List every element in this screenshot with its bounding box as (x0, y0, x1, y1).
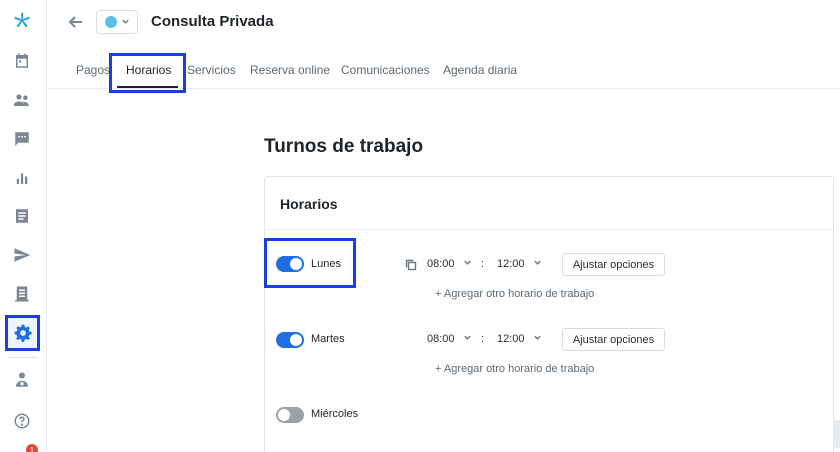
gear-icon[interactable] (5, 315, 40, 351)
time-separator: : (481, 258, 485, 270)
chevron-down-icon (533, 258, 542, 270)
add-schedule-link-lunes[interactable]: + Agregar otro horario de trabajo (435, 288, 594, 300)
tab-comunicaciones[interactable]: Comunicaciones (341, 63, 430, 77)
add-schedule-link-martes[interactable]: + Agregar otro horario de trabajo (435, 363, 594, 375)
chevron-down-icon (121, 13, 130, 31)
logo-icon[interactable] (11, 11, 33, 33)
adjust-options-button-lunes[interactable]: Ajustar opciones (562, 253, 665, 276)
tab-servicios[interactable]: Servicios (187, 63, 236, 77)
day-label-lunes: Lunes (311, 258, 341, 270)
people-icon[interactable] (11, 89, 33, 111)
day-label-martes: Martes (311, 333, 345, 345)
chat-icon[interactable] (11, 128, 33, 150)
notebook-icon[interactable] (11, 283, 33, 305)
scrollbar[interactable] (834, 420, 840, 448)
toggle-miercoles[interactable] (276, 407, 304, 423)
start-time-select-martes[interactable]: 08:00 (427, 333, 472, 345)
page-title: Consulta Privada (151, 13, 274, 30)
time-separator: : (481, 333, 485, 345)
back-arrow-icon[interactable] (66, 12, 86, 32)
document-icon[interactable] (11, 205, 33, 227)
color-dot (105, 16, 117, 28)
tab-horarios[interactable]: Horarios (126, 63, 171, 77)
sidebar: 1 (0, 0, 47, 452)
tab-agenda-diaria[interactable]: Agenda diaria (443, 63, 517, 77)
help-icon[interactable] (11, 410, 33, 432)
color-select[interactable] (96, 10, 138, 34)
calendar-icon[interactable] (11, 50, 33, 72)
section-title: Turnos de trabajo (264, 136, 424, 157)
toggle-lunes[interactable] (276, 256, 304, 272)
sidebar-divider (8, 357, 38, 358)
chevron-down-icon (463, 333, 472, 345)
start-time-value: 08:00 (427, 258, 455, 270)
card-title: Horarios (280, 196, 338, 212)
chevron-down-icon (533, 333, 542, 345)
tab-bar: Pagos Horarios Servicios Reserva online … (48, 44, 840, 93)
copy-icon[interactable] (405, 258, 419, 272)
start-time-select-lunes[interactable]: 08:00 (427, 258, 472, 270)
chevron-down-icon (463, 258, 472, 270)
card-divider (265, 229, 833, 230)
schedule-card: Horarios Lunes 08:00 : 12:00 Ajustar opc… (264, 176, 834, 452)
toggle-martes[interactable] (276, 332, 304, 348)
end-time-select-martes[interactable]: 12:00 (497, 333, 542, 345)
page-header: Consulta Privada (48, 0, 840, 44)
start-time-value: 08:00 (427, 333, 455, 345)
adjust-options-button-martes[interactable]: Ajustar opciones (562, 328, 665, 351)
doctor-icon[interactable] (11, 369, 33, 391)
end-time-select-lunes[interactable]: 12:00 (497, 258, 542, 270)
send-icon[interactable] (11, 244, 33, 266)
day-label-miercoles: Miércoles (311, 408, 359, 420)
bar-chart-icon[interactable] (11, 167, 33, 189)
notification-badge: 1 (26, 444, 38, 452)
end-time-value: 12:00 (497, 333, 525, 345)
active-tab-underline (117, 86, 178, 88)
tab-reserva-online[interactable]: Reserva online (250, 63, 330, 77)
tab-pagos[interactable]: Pagos (76, 63, 110, 77)
end-time-value: 12:00 (497, 258, 525, 270)
